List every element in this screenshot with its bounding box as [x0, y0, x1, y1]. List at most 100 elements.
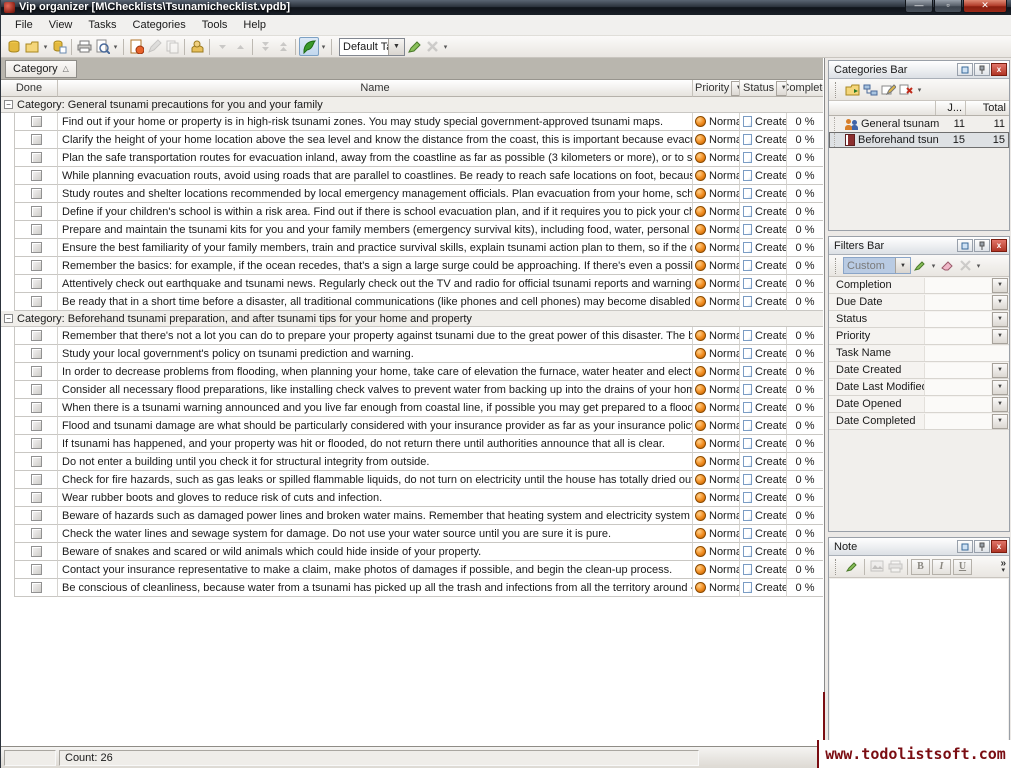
menu-tools[interactable]: Tools — [194, 16, 236, 34]
task-checkbox[interactable] — [31, 366, 42, 377]
move-bottom-icon[interactable] — [256, 38, 274, 55]
task-checkbox[interactable] — [31, 224, 42, 235]
filter-preset-combo[interactable]: Custom ▼ — [843, 257, 911, 274]
task-name[interactable]: Prepare and maintain the tsunami kits fo… — [58, 221, 693, 239]
clear-filter-icon[interactable] — [938, 257, 956, 274]
print-icon[interactable] — [75, 38, 93, 55]
task-name[interactable]: Study your local government's policy on … — [58, 345, 693, 363]
open-dropdown-icon[interactable]: ▾ — [41, 43, 50, 51]
task-name[interactable]: Do not enter a building until you check … — [58, 453, 693, 471]
delete-default-task-icon[interactable] — [423, 38, 441, 55]
task-checkbox[interactable] — [31, 582, 42, 593]
task-name[interactable]: Check the water lines and sewage system … — [58, 525, 693, 543]
filter-value[interactable] — [924, 397, 991, 412]
minimize-button[interactable]: — — [905, 0, 933, 13]
filter-value[interactable] — [924, 363, 991, 378]
filters-restore-icon[interactable] — [957, 239, 973, 252]
task-checkbox[interactable] — [31, 528, 42, 539]
edit-category-icon[interactable] — [879, 81, 897, 98]
assign-resource-icon[interactable] — [188, 38, 206, 55]
collapse-expander-icon[interactable]: − — [4, 100, 13, 109]
default-task-combo[interactable]: Default Task ▼ — [339, 38, 405, 56]
save-filter-dropdown-icon[interactable]: ▾ — [929, 262, 938, 270]
task-checkbox[interactable] — [31, 278, 42, 289]
task-name[interactable]: In order to decrease problems from flood… — [58, 363, 693, 381]
filter-value[interactable] — [924, 346, 1009, 361]
priority-filter-dropdown-icon[interactable]: ▼ — [731, 81, 740, 96]
close-button[interactable]: ✕ — [963, 0, 1007, 13]
duplicate-task-icon[interactable] — [163, 38, 181, 55]
task-checkbox[interactable] — [31, 152, 42, 163]
apply-default-task-icon[interactable] — [405, 38, 423, 55]
task-checkbox[interactable] — [31, 260, 42, 271]
task-checkbox[interactable] — [31, 456, 42, 467]
task-name[interactable]: Plan the safe transportation routes for … — [58, 149, 693, 167]
filter-value[interactable] — [924, 295, 991, 310]
filter-dropdown-button[interactable]: ▼ — [992, 380, 1008, 395]
column-header-priority[interactable]: Priority ▼ — [693, 80, 740, 97]
categories-pin-icon[interactable] — [974, 63, 990, 76]
category-item[interactable]: Beforehand tsunami pre1515 — [829, 132, 1009, 148]
note-edit-icon[interactable] — [843, 558, 861, 575]
menu-file[interactable]: File — [7, 16, 41, 34]
note-text-area[interactable] — [830, 579, 1008, 743]
column-header-status[interactable]: Status ▼ — [740, 80, 787, 97]
task-name[interactable]: If tsunami has happened, and your proper… — [58, 435, 693, 453]
note-print-icon[interactable] — [886, 558, 904, 575]
open-database-icon[interactable] — [23, 38, 41, 55]
italic-button[interactable]: I — [932, 559, 951, 575]
new-task-icon[interactable] — [127, 38, 145, 55]
task-name[interactable]: Remember the basics: for example, if the… — [58, 257, 693, 275]
task-name[interactable]: Study routes and shelter locations recom… — [58, 185, 693, 203]
menu-categories[interactable]: Categories — [125, 16, 194, 34]
notifications-dropdown-icon[interactable]: ▾ — [319, 43, 328, 51]
menu-tasks[interactable]: Tasks — [80, 16, 124, 34]
task-checkbox[interactable] — [31, 420, 42, 431]
task-name[interactable]: While planning evacuation routs, avoid u… — [58, 167, 693, 185]
new-category-icon[interactable] — [843, 81, 861, 98]
task-name[interactable]: Remember that there's not a lot you can … — [58, 327, 693, 345]
filter-dropdown-button[interactable]: ▼ — [992, 397, 1008, 412]
filter-dropdown-button[interactable]: ▼ — [992, 414, 1008, 429]
task-name[interactable]: Check for fire hazards, such as gas leak… — [58, 471, 693, 489]
task-checkbox[interactable] — [31, 170, 42, 181]
filter-dropdown-button[interactable]: ▼ — [992, 312, 1008, 327]
task-name[interactable]: Wear rubber boots and gloves to reduce r… — [58, 489, 693, 507]
task-name[interactable]: Beware of snakes and scared or wild anim… — [58, 543, 693, 561]
categories-toolbar-overflow-icon[interactable]: ▾ — [915, 86, 924, 94]
task-name[interactable]: Define if your children's school is with… — [58, 203, 693, 221]
task-checkbox[interactable] — [31, 206, 42, 217]
task-name[interactable]: Flood and tsunami damage are what should… — [58, 417, 693, 435]
task-name[interactable]: Ensure the best familiarity of your fami… — [58, 239, 693, 257]
filter-value[interactable] — [924, 414, 991, 429]
task-checkbox[interactable] — [31, 546, 42, 557]
task-checkbox[interactable] — [31, 242, 42, 253]
print-dropdown-icon[interactable]: ▾ — [111, 43, 120, 51]
categories-restore-icon[interactable] — [957, 63, 973, 76]
new-subcategory-icon[interactable] — [861, 81, 879, 98]
filter-value[interactable] — [924, 278, 991, 293]
maximize-button[interactable]: ▫ — [934, 0, 962, 13]
save-filter-icon[interactable] — [911, 257, 929, 274]
task-name[interactable]: Attentively check out earthquake and tsu… — [58, 275, 693, 293]
task-name[interactable]: Contact your insurance representative to… — [58, 561, 693, 579]
filter-preset-dropdown-icon[interactable]: ▼ — [895, 258, 910, 273]
note-restore-icon[interactable] — [957, 540, 973, 553]
task-checkbox[interactable] — [31, 402, 42, 413]
category-item[interactable]: General tsunami precaut1111 — [829, 116, 1009, 132]
underline-button[interactable]: U — [953, 559, 972, 575]
default-task-dropdown-icon[interactable]: ▼ — [388, 39, 404, 55]
filter-value[interactable] — [924, 312, 991, 327]
filter-dropdown-button[interactable]: ▼ — [992, 278, 1008, 293]
task-name[interactable]: Find out if your home or property is in … — [58, 113, 693, 131]
filter-dropdown-button[interactable]: ▼ — [992, 295, 1008, 310]
collapse-expander-icon[interactable]: − — [4, 314, 13, 323]
task-checkbox[interactable] — [31, 510, 42, 521]
task-name[interactable]: Clarify the height of your home location… — [58, 131, 693, 149]
categories-close-icon[interactable]: x — [991, 63, 1007, 76]
task-name[interactable]: Be ready that in a short time before a d… — [58, 293, 693, 311]
move-down-icon[interactable] — [213, 38, 231, 55]
filter-value[interactable] — [924, 329, 991, 344]
note-toolbar-overflow[interactable]: » ▾ — [1000, 560, 1006, 574]
categories-jobs-column[interactable]: J... — [935, 101, 965, 115]
